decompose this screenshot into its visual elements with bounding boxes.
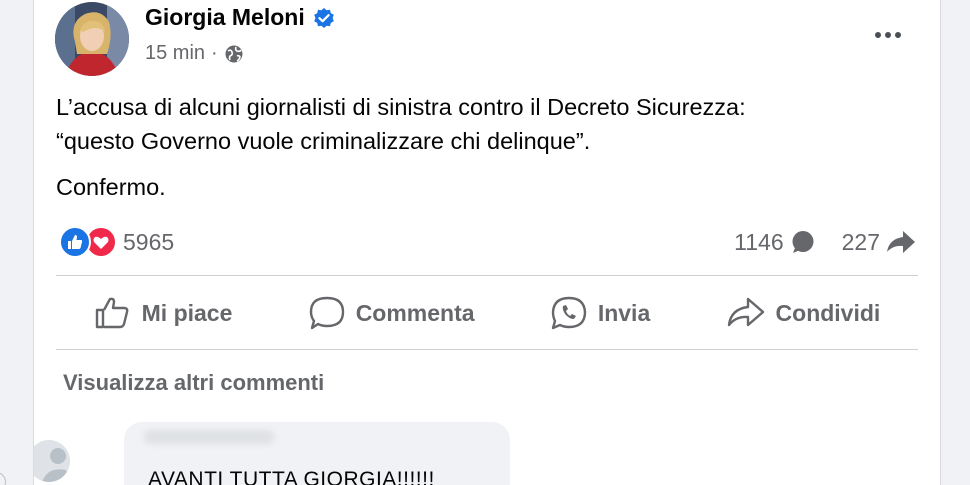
share-arrow-icon xyxy=(887,231,915,253)
divider xyxy=(56,275,918,276)
dot xyxy=(885,32,891,38)
heart-icon xyxy=(93,236,109,249)
action-bar: Mi piace Commenta Invia Condividi xyxy=(56,278,918,348)
post-text: L’accusa di alcuni giornalisti di sinist… xyxy=(56,90,916,204)
view-more-comments-link[interactable]: Visualizza altri commenti xyxy=(63,370,324,396)
author-avatar[interactable] xyxy=(55,2,129,76)
like-reaction-icon xyxy=(59,226,91,258)
share-count[interactable]: 227 xyxy=(842,229,880,256)
thumbs-up-icon xyxy=(68,235,83,249)
send-button[interactable]: Invia xyxy=(550,295,650,331)
like-button[interactable]: Mi piace xyxy=(94,296,233,330)
scroll-indicator xyxy=(0,472,6,485)
post-text-line: Confermo. xyxy=(56,174,166,200)
author-name[interactable]: Giorgia Meloni xyxy=(145,4,305,31)
comment-text: AVANTI TUTTA GIORGIA!!!!!! xyxy=(148,468,435,485)
post-text-line: L’accusa di alcuni giornalisti di sinist… xyxy=(56,94,746,120)
comment-outline-icon xyxy=(309,296,344,330)
share-outline-icon xyxy=(727,297,764,327)
reaction-count: 5965 xyxy=(123,228,175,255)
divider xyxy=(56,349,918,350)
share-button[interactable]: Condividi xyxy=(726,296,881,330)
engagement-counts: 1146 227 xyxy=(734,225,916,259)
post-text-line: “questo Governo vuole criminalizzare chi… xyxy=(56,128,591,154)
comment-button[interactable]: Commenta xyxy=(308,295,475,331)
meta-separator: · xyxy=(211,42,218,64)
verified-badge-icon xyxy=(313,7,334,28)
commenter-avatar[interactable] xyxy=(34,440,70,482)
avatar-image xyxy=(34,440,70,482)
redacted-commenter-name xyxy=(144,430,274,444)
post-meta: 15 min · xyxy=(145,42,244,65)
send-label: Invia xyxy=(597,299,651,326)
globe-icon[interactable] xyxy=(224,44,244,64)
post-timestamp[interactable]: 15 min xyxy=(145,42,205,65)
author-line: Giorgia Meloni xyxy=(145,4,335,31)
comment-count[interactable]: 1146 xyxy=(734,229,783,256)
avatar-image xyxy=(55,2,129,76)
dot xyxy=(875,32,881,38)
post-options-button[interactable] xyxy=(868,20,908,50)
post-card: Giorgia Meloni 15 min · L’accusa di alcu… xyxy=(33,0,941,485)
like-label: Mi piace xyxy=(141,299,233,326)
page-background-edge xyxy=(0,0,10,485)
reactions-summary[interactable]: 5965 xyxy=(59,225,174,259)
thumbs-up-outline-icon xyxy=(95,297,129,329)
comment-bubble-icon xyxy=(792,231,814,253)
comment-label: Commenta xyxy=(355,299,475,326)
dot xyxy=(895,32,901,38)
share-label: Condividi xyxy=(775,299,881,326)
whatsapp-icon xyxy=(551,296,587,330)
